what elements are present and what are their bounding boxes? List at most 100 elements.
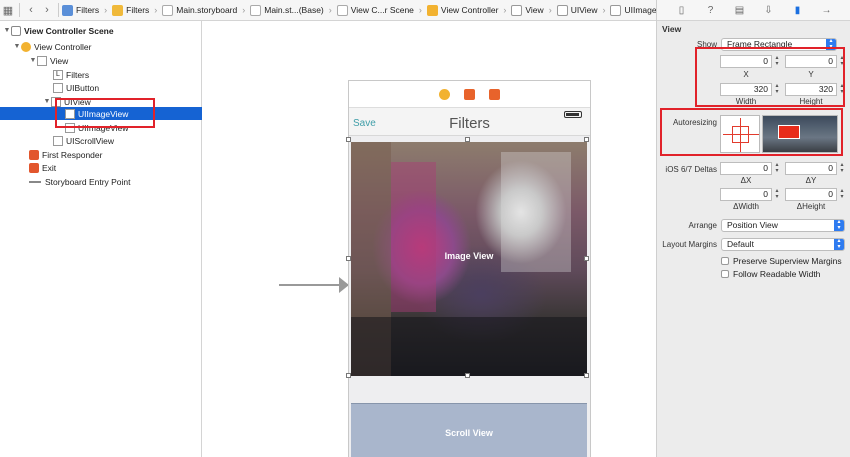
imageview-icon (610, 4, 622, 16)
delta-height-field[interactable]: 0 (785, 188, 837, 201)
disclosure-triangle-icon[interactable]: ▼ (43, 98, 51, 105)
breadcrumb-item[interactable]: View Controller › (426, 4, 511, 16)
first-responder-icon (29, 149, 39, 160)
delta-width-field[interactable]: 0 (720, 188, 772, 201)
view-icon (556, 4, 568, 16)
view-controller-scene[interactable]: Save Filters Image View Scroll View (346, 80, 591, 457)
divider (58, 3, 59, 17)
outline-item-uiscrollview[interactable]: UIScrollView (0, 134, 202, 147)
outline-item-view-controller[interactable]: ▼ View Controller (0, 40, 202, 53)
size-inspector-icon[interactable]: ▮ (792, 4, 804, 16)
outline-item-filters[interactable]: L Filters (0, 68, 202, 81)
breadcrumb-item[interactable]: Filters › (112, 4, 162, 16)
scroll-view-label: Scroll View (445, 428, 493, 438)
chevron-right-icon: › (154, 5, 158, 15)
resize-handle[interactable] (346, 373, 351, 378)
delta-y-stepper[interactable]: ▴ ▾ (838, 162, 846, 175)
chevron-right-icon: › (418, 5, 422, 15)
document-outline: ▼ View Controller Scene ▼ View Controller … (0, 21, 202, 457)
resize-handle[interactable] (584, 373, 589, 378)
identity-inspector-icon[interactable]: ▤ (734, 4, 746, 16)
view-controller-icon (21, 41, 31, 52)
delta-y-label: ΔY (805, 176, 817, 185)
image-view[interactable]: Image View (351, 142, 587, 376)
readable-width-checkbox[interactable]: Follow Readable Width (721, 269, 820, 279)
delta-height-stepper[interactable]: ▴ ▾ (838, 188, 846, 201)
image-region (351, 317, 587, 376)
resize-handle[interactable] (346, 256, 351, 261)
delta-x-stepper[interactable]: ▴ ▾ (773, 162, 781, 175)
outline-item-view[interactable]: ▼ View (0, 54, 202, 67)
grid-icon[interactable]: ▦ (0, 2, 16, 18)
attributes-inspector-icon[interactable]: ⇩ (763, 4, 775, 16)
outline-item-uibutton[interactable]: UIButton (0, 81, 202, 94)
scene-icon (11, 25, 21, 36)
image-view-label: Image View (444, 251, 494, 261)
resize-handle[interactable] (465, 373, 470, 378)
preserve-margins-checkbox[interactable]: Preserve Superview Margins (721, 256, 842, 266)
storyboard-canvas[interactable]: Save Filters Image View Scroll View (203, 21, 656, 457)
divider (19, 3, 20, 17)
outline-item-exit[interactable]: Exit (0, 161, 202, 174)
highlight-box (695, 47, 845, 107)
view-controller-icon[interactable] (439, 88, 450, 100)
disclosure-triangle-icon[interactable]: ▼ (3, 27, 11, 34)
forward-arrow-icon[interactable]: › (39, 2, 55, 18)
file-icon (62, 4, 73, 16)
highlight-box (55, 98, 155, 128)
scrollview-icon (53, 135, 63, 146)
delta-y-field[interactable]: 0 (785, 162, 837, 175)
checkbox-icon[interactable] (721, 270, 729, 278)
resize-handle[interactable] (584, 137, 589, 142)
deltas-label: iOS 6/7 Deltas (665, 165, 717, 174)
help-icon[interactable]: ? (705, 4, 717, 16)
file-inspector-icon[interactable]: ▯ (676, 4, 688, 16)
label-icon: L (53, 69, 63, 80)
size-inspector: ▯ ? ▤ ⇩ ▮ → View Show Frame Rectangle ▴ ▾ … (656, 0, 850, 457)
chevron-updown-icon: ▴ ▾ (834, 238, 844, 250)
chevron-updown-icon: ▴ ▾ (834, 219, 844, 231)
breadcrumb-item[interactable]: View › (511, 4, 556, 16)
chevron-right-icon: › (548, 5, 552, 15)
scene-dock (349, 81, 590, 108)
delta-width-stepper[interactable]: ▴ ▾ (773, 188, 781, 201)
connections-inspector-icon[interactable]: → (821, 4, 833, 16)
exit-icon[interactable] (489, 88, 500, 100)
storyboard-icon (162, 4, 174, 16)
delta-x-field[interactable]: 0 (720, 162, 772, 175)
image-region (391, 162, 436, 312)
outline-item-scene[interactable]: ▼ View Controller Scene (0, 24, 202, 37)
breadcrumb-item[interactable]: Main.storyboard › (162, 4, 250, 16)
resize-handle[interactable] (465, 137, 470, 142)
disclosure-triangle-icon[interactable]: ▼ (29, 57, 37, 64)
highlight-box (660, 108, 843, 156)
breadcrumb-item[interactable]: View C...r Scene › (336, 4, 427, 16)
delta-x-label: ΔX (740, 176, 752, 185)
exit-icon (29, 162, 39, 173)
arrange-label: Arrange (688, 221, 717, 230)
delta-width-label: ΔWidth (733, 202, 759, 211)
outline-item-entry-point[interactable]: Storyboard Entry Point (0, 175, 202, 188)
breadcrumb-item[interactable]: Filters › (62, 4, 112, 16)
disclosure-triangle-icon[interactable]: ▼ (13, 43, 21, 50)
view-controller-icon (426, 4, 438, 16)
breadcrumb-item[interactable]: Main.st...(Base) › (250, 4, 337, 16)
resize-handle[interactable] (346, 137, 351, 142)
first-responder-icon[interactable] (464, 88, 475, 100)
chevron-right-icon: › (503, 5, 507, 15)
margins-popup[interactable]: Default ▴ ▾ (721, 238, 845, 251)
inspector-tabs: ▯ ? ▤ ⇩ ▮ → (657, 0, 850, 21)
arrange-popup[interactable]: Position View ▴ ▾ (721, 219, 845, 232)
page-title: Filters (449, 115, 490, 132)
chevron-right-icon: › (602, 5, 606, 15)
checkbox-icon[interactable] (721, 257, 729, 265)
section-title: View (662, 24, 682, 34)
scroll-view[interactable]: Scroll View (351, 403, 587, 457)
breadcrumb-item[interactable]: UIView › (556, 4, 611, 16)
outline-item-first-responder[interactable]: First Responder (0, 148, 202, 161)
back-arrow-icon[interactable]: ‹ (23, 2, 39, 18)
storyboard-icon (250, 4, 262, 16)
folder-icon (112, 4, 124, 16)
resize-handle[interactable] (584, 256, 589, 261)
chevron-right-icon: › (328, 5, 332, 15)
